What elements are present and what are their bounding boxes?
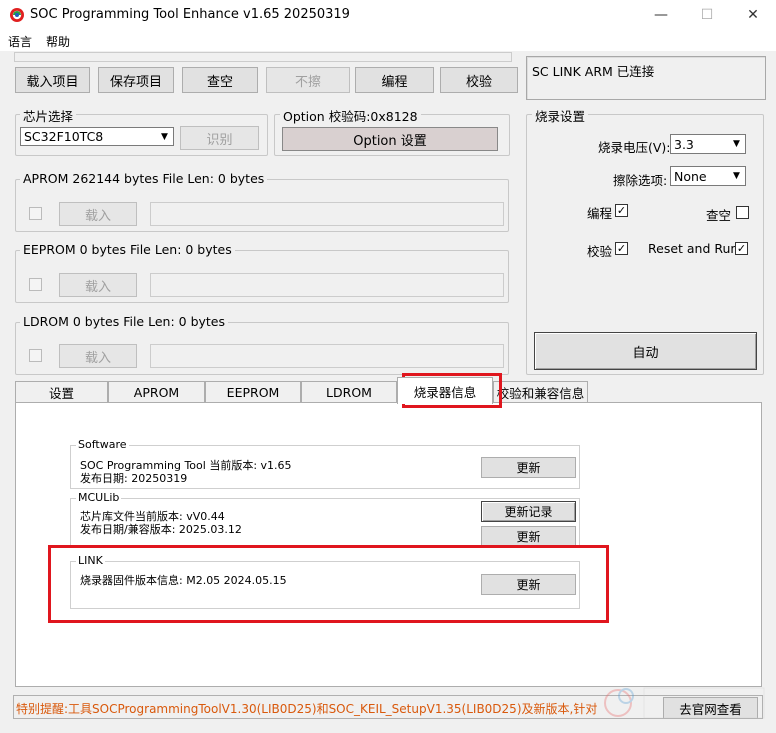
eeprom-file-path (150, 273, 504, 297)
reset-run-checkbox[interactable]: ✓ (735, 242, 748, 255)
load-project-button[interactable]: 载入项目 (15, 67, 90, 93)
title-bar: SOC Programming Tool Enhance v1.65 20250… (0, 0, 776, 30)
aprom-load-button[interactable]: 载入 (59, 202, 137, 226)
link-label: LINK (76, 554, 105, 567)
verify-button[interactable]: 校验 (440, 67, 518, 93)
verify-option-label: 校验 (587, 244, 613, 259)
mculib-label: MCULib (76, 491, 122, 504)
app-logo-icon (10, 8, 24, 22)
erase-button[interactable]: 不擦 (266, 67, 350, 93)
eeprom-label: EEPROM 0 bytes File Len: 0 bytes (20, 242, 235, 257)
erase-option-value: None (674, 168, 707, 184)
chevron-down-icon: ▼ (733, 139, 740, 149)
tab-settings[interactable]: 设置 (15, 381, 108, 403)
program-option-label: 编程 (587, 206, 613, 221)
voltage-select[interactable]: 3.3 ▼ (670, 134, 746, 154)
tab-ldrom[interactable]: LDROM (301, 381, 397, 403)
chip-select-label: 芯片选择 (20, 106, 77, 125)
save-project-button[interactable]: 保存项目 (98, 67, 174, 93)
link-firmware-text: 烧录器固件版本信息: M2.05 2024.05.15 (80, 574, 287, 587)
menu-help[interactable]: 帮助 (46, 33, 70, 50)
software-update-button[interactable]: 更新 (481, 457, 576, 478)
check-icon: ✓ (616, 204, 627, 217)
ldrom-checkbox[interactable] (29, 349, 42, 362)
erase-option-label: 擦除选项: (613, 173, 668, 188)
tab-programmer-info[interactable]: 烧录器信息 (397, 377, 493, 404)
tab-aprom[interactable]: APROM (108, 381, 205, 403)
chevron-down-icon: ▼ (733, 171, 740, 181)
program-button[interactable]: 编程 (355, 67, 434, 93)
ldrom-load-button[interactable]: 载入 (59, 344, 137, 368)
option-checksum-label: Option 校验码:0x8128 (280, 106, 421, 125)
check-icon: ✓ (616, 242, 627, 255)
mculib-date-text: 发布日期/兼容版本: 2025.03.12 (80, 523, 242, 536)
ldrom-file-path (150, 344, 504, 368)
tab-eeprom[interactable]: EEPROM (205, 381, 301, 403)
eeprom-load-button[interactable]: 载入 (59, 273, 137, 297)
chevron-down-icon: ▼ (161, 131, 168, 142)
update-log-button[interactable]: 更新记录 (481, 501, 576, 522)
menu-language[interactable]: 语言 (8, 33, 32, 50)
aprom-checkbox[interactable] (29, 207, 42, 220)
status-notice-text: 特别提醒:工具SOCProgrammingToolV1.30(LIB0D25)和… (16, 702, 598, 716)
eeprom-checkbox[interactable] (29, 278, 42, 291)
software-label: Software (76, 438, 129, 451)
blank-check-button[interactable]: 查空 (182, 67, 258, 93)
watermark-logo-icon (604, 687, 765, 719)
program-checkbox[interactable]: ✓ (615, 204, 628, 217)
mculib-update-button[interactable]: 更新 (481, 526, 576, 547)
chip-select-value: SC32F10TC8 (24, 129, 104, 144)
maximize-button[interactable]: ☐ (684, 0, 730, 30)
identify-button[interactable]: 识别 (180, 126, 259, 150)
option-settings-button[interactable]: Option 设置 (282, 127, 498, 151)
progress-strip (14, 52, 512, 62)
aprom-file-path (150, 202, 504, 226)
burn-settings-label: 烧录设置 (532, 106, 589, 125)
voltage-value: 3.3 (674, 136, 694, 152)
connection-status-text: SC LINK ARM 已连接 (532, 64, 655, 79)
reset-run-label: Reset and Run (648, 241, 739, 256)
blank-option-label: 查空 (706, 208, 732, 223)
tab-checksum-compat[interactable]: 校验和兼容信息 (493, 381, 588, 403)
ldrom-label: LDROM 0 bytes File Len: 0 bytes (20, 314, 229, 329)
aprom-label: APROM 262144 bytes File Len: 0 bytes (20, 171, 268, 186)
link-update-button[interactable]: 更新 (481, 574, 576, 595)
verify-checkbox[interactable]: ✓ (615, 242, 628, 255)
window-title: SOC Programming Tool Enhance v1.65 20250… (30, 7, 350, 22)
close-button[interactable]: ✕ (730, 0, 776, 30)
minimize-button[interactable]: — (638, 0, 684, 30)
auto-button[interactable]: 自动 (534, 332, 757, 370)
voltage-label: 烧录电压(V): (598, 140, 671, 155)
blank-checkbox[interactable] (736, 206, 749, 219)
check-icon: ✓ (736, 242, 747, 255)
menu-bar: 语言 帮助 (0, 30, 776, 51)
software-date-text: 发布日期: 20250319 (80, 472, 188, 485)
connection-status-box: SC LINK ARM 已连接 (526, 56, 766, 100)
erase-option-select[interactable]: None ▼ (670, 166, 746, 186)
chip-select-dropdown[interactable]: SC32F10TC8 ▼ (20, 127, 174, 146)
